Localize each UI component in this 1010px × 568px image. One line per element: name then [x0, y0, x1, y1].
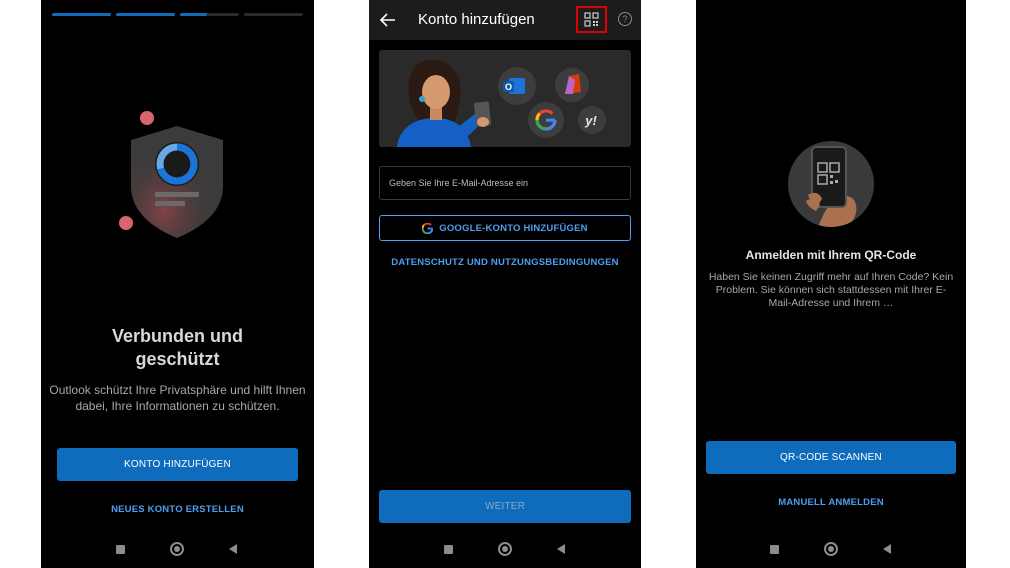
google-icon: [422, 222, 434, 234]
onboarding-screen: Verbunden und geschützt Outlook schützt …: [41, 0, 314, 568]
system-nav-bar: [41, 540, 314, 560]
add-account-button[interactable]: KONTO HINZUFÜGEN: [57, 448, 298, 481]
progress-step-3-fill: [180, 13, 207, 16]
home-icon[interactable]: [824, 542, 838, 556]
progress-step-2: [116, 13, 175, 16]
description-text: Outlook schützt Ihre Privatsphäre und hi…: [49, 383, 306, 413]
recent-apps-icon[interactable]: [770, 545, 779, 554]
help-icon[interactable]: ?: [618, 12, 632, 26]
system-nav-bar: [369, 540, 641, 560]
page-title: Verbunden und geschützt: [41, 325, 314, 371]
add-account-screen: Konto hinzufügen ? O y! Geben Sie Ihre E…: [369, 0, 641, 568]
system-nav-bar: [696, 540, 966, 560]
qr-code-button[interactable]: [576, 6, 607, 33]
account-providers-illustration: O y!: [379, 50, 631, 147]
qr-signin-screen: Anmelden mit Ihrem QR-Code Haben Sie kei…: [696, 0, 966, 568]
qr-signin-description: Haben Sie keinen Zugriff mehr auf Ihren …: [708, 271, 954, 309]
progress-step-1: [52, 13, 111, 16]
svg-text:O: O: [505, 82, 512, 92]
page-title-line-1: Verbunden und: [111, 326, 243, 346]
page-title-line-2: geschützt: [135, 349, 220, 369]
qr-signin-title: Anmelden mit Ihrem QR-Code: [745, 248, 917, 262]
home-icon[interactable]: [170, 542, 184, 556]
header-title: Konto hinzufügen: [418, 11, 535, 28]
scan-qr-code-button[interactable]: QR-CODE SCANNEN: [706, 441, 956, 474]
next-button[interactable]: WEITER: [379, 490, 631, 523]
add-google-account-label: GOOGLE-KONTO HINZUFÜGEN: [439, 222, 588, 234]
home-icon[interactable]: [498, 542, 512, 556]
nav-back-icon[interactable]: [229, 544, 237, 554]
add-google-account-button[interactable]: GOOGLE-KONTO HINZUFÜGEN: [379, 215, 631, 241]
privacy-terms-link[interactable]: DATENSCHUTZ UND NUTZUNGSBEDINGUNGEN: [369, 257, 641, 268]
qr-code-icon: [584, 12, 599, 27]
back-arrow-icon[interactable]: [379, 11, 397, 29]
app-header: Konto hinzufügen ?: [369, 0, 641, 40]
qr-phone-illustration: [788, 141, 874, 227]
create-new-account-link[interactable]: NEUES KONTO ERSTELLEN: [41, 504, 314, 515]
svg-text:y!: y!: [584, 113, 597, 128]
nav-back-icon[interactable]: [883, 544, 891, 554]
progress-step-3: [180, 13, 239, 16]
shield-illustration: [111, 104, 241, 244]
manual-signin-link[interactable]: MANUELL ANMELDEN: [696, 497, 966, 508]
nav-back-icon[interactable]: [557, 544, 565, 554]
email-input[interactable]: [379, 166, 631, 200]
recent-apps-icon[interactable]: [116, 545, 125, 554]
recent-apps-icon[interactable]: [444, 545, 453, 554]
progress-indicator: [52, 13, 303, 16]
progress-step-4: [244, 13, 303, 16]
